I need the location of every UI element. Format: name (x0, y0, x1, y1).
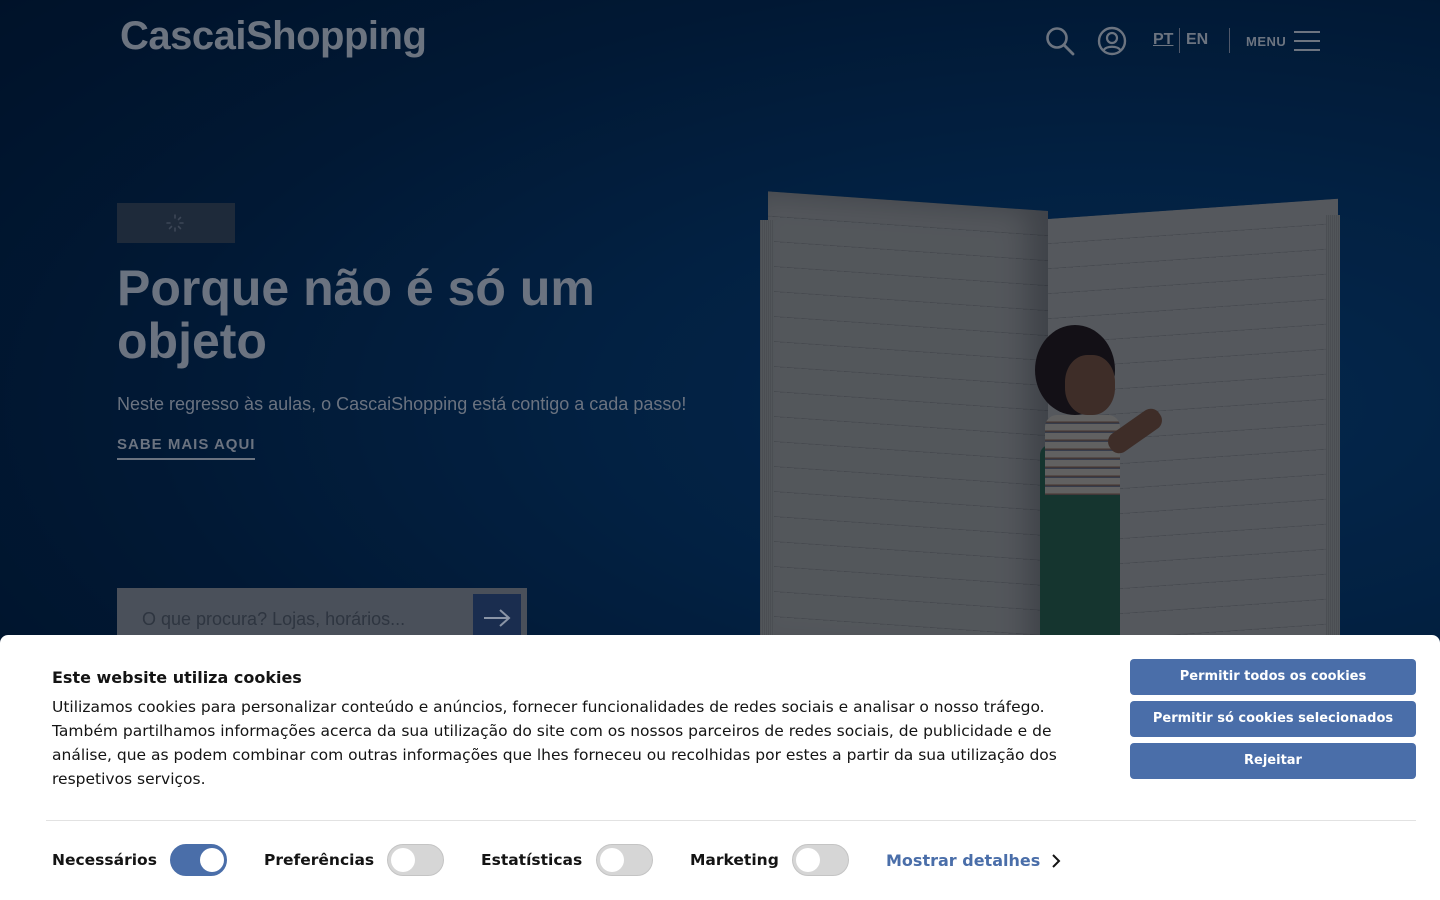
search-icon[interactable] (1045, 26, 1075, 56)
show-details-link[interactable]: Mostrar detalhes (886, 851, 1040, 870)
toggle-label-necessary: Necessários (52, 851, 157, 869)
lang-divider (1179, 28, 1180, 53)
lang-pt-link[interactable]: PT (1153, 31, 1173, 49)
lang-en-link[interactable]: EN (1186, 31, 1208, 49)
cookie-divider (46, 820, 1416, 821)
hero-badge (117, 203, 235, 243)
cookie-description: Utilizamos cookies para personalizar con… (52, 698, 1057, 788)
site-logo[interactable]: CascaiShopping (120, 14, 427, 59)
site-header: CascaiShopping PT EN MENU (0, 0, 1440, 84)
notebook-edge-left (760, 220, 774, 680)
menu-label[interactable]: MENU (1246, 34, 1286, 49)
menu-divider (1229, 28, 1230, 53)
user-circle-icon[interactable] (1097, 26, 1127, 56)
toggle-marketing[interactable] (792, 844, 849, 876)
hero-title: Porque não é só um objeto (117, 260, 595, 369)
notebook-edge-right (1326, 215, 1340, 675)
allow-selected-cookies-button[interactable]: Permitir só cookies selecionados (1130, 701, 1416, 737)
allow-all-cookies-button[interactable]: Permitir todos os cookies (1130, 659, 1416, 695)
toggle-label-marketing: Marketing (690, 851, 779, 869)
chevron-right-icon[interactable] (1050, 853, 1062, 869)
learn-more-link[interactable]: SABE MAIS AQUI (117, 436, 256, 460)
child-figure (1020, 325, 1166, 675)
hero-image (760, 191, 1345, 680)
cookie-consent-banner: Este website utiliza cookies Utilizamos … (0, 635, 1440, 900)
notebook-page-left (768, 191, 1048, 672)
toggle-label-statistics: Estatísticas (481, 851, 583, 869)
reject-cookies-button[interactable]: Rejeitar (1130, 743, 1416, 779)
hamburger-icon[interactable] (1294, 31, 1320, 51)
arrow-right-icon (484, 608, 511, 627)
toggle-necessary[interactable] (170, 844, 227, 876)
loading-spinner-icon (166, 214, 184, 232)
toggle-label-preferences: Preferências (264, 851, 375, 869)
cookie-title: Este website utiliza cookies (52, 668, 302, 687)
toggle-preferences[interactable] (387, 844, 444, 876)
toggle-statistics[interactable] (596, 844, 653, 876)
hero-subtitle: Neste regresso às aulas, o CascaiShoppin… (117, 394, 687, 414)
